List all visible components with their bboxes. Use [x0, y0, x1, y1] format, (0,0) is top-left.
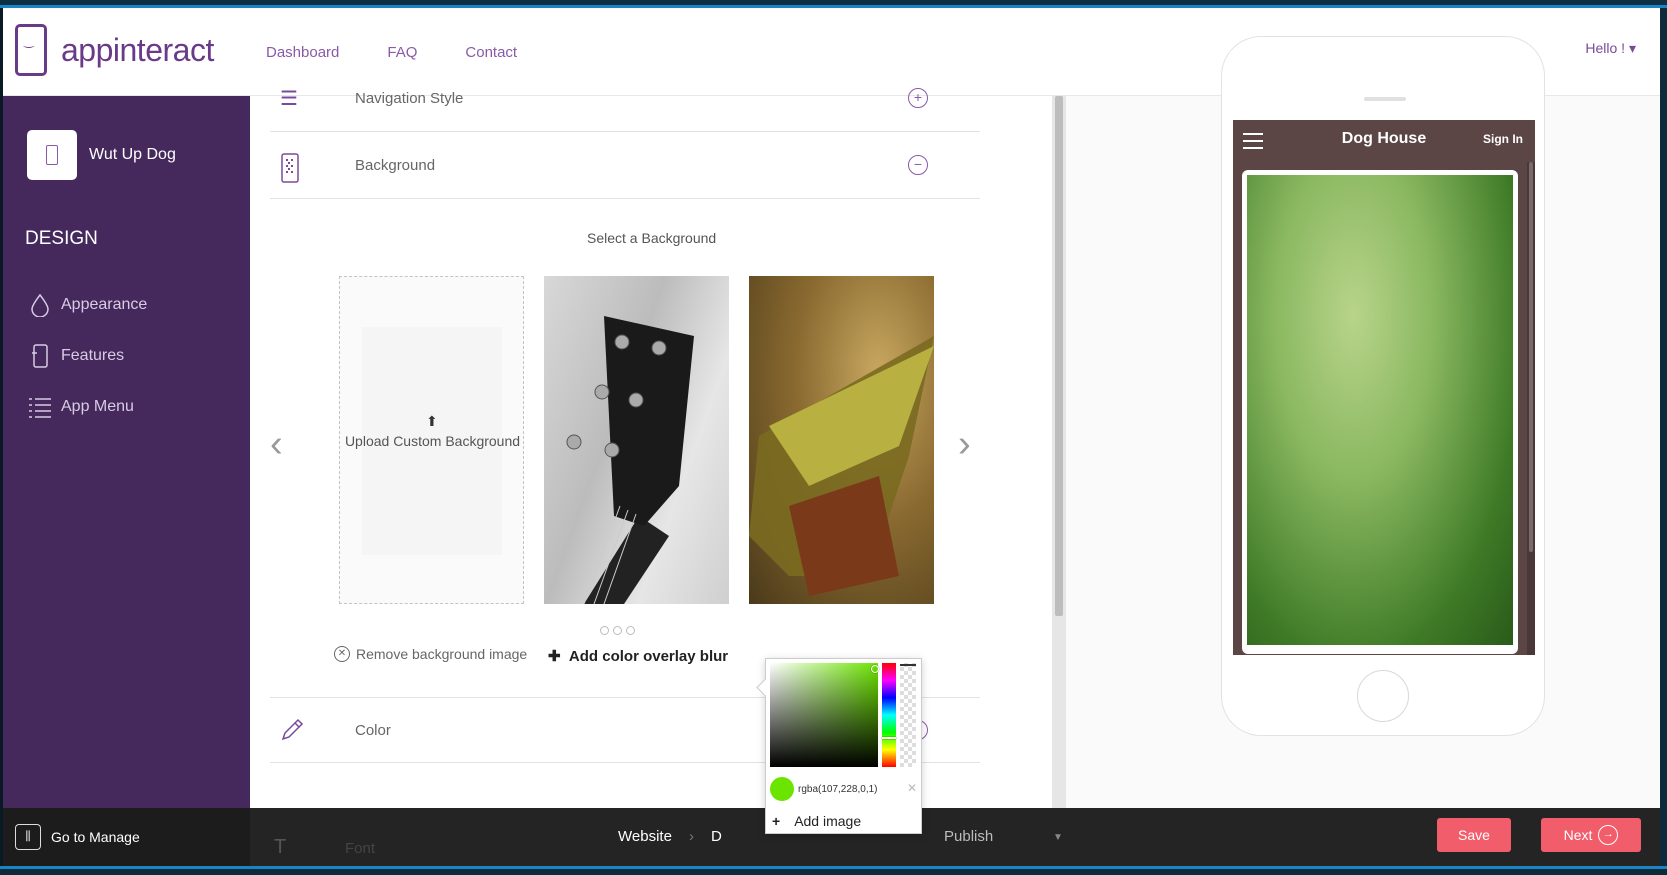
remove-background-label: Remove background image	[356, 646, 528, 662]
remove-background-button[interactable]: ✕ Remove background image	[334, 646, 527, 662]
logo-text: appinteract	[61, 31, 214, 68]
section-label: Navigation Style	[355, 90, 464, 107]
user-menu[interactable]: Hello ! ▾	[1585, 40, 1636, 57]
sidebar-item-label: App Menu	[61, 398, 134, 415]
scrollbar-thumb[interactable]	[1055, 96, 1063, 616]
saturation-area[interactable]	[770, 663, 878, 767]
window-frame-top	[0, 0, 1667, 8]
hue-marker[interactable]	[882, 737, 896, 739]
sliders-icon: ⫼	[15, 824, 41, 850]
chevron-down-icon[interactable]: ▼	[1053, 832, 1063, 843]
app-name: Wut Up Dog	[89, 146, 176, 163]
step-publish[interactable]: Publish	[944, 828, 993, 845]
top-nav: Dashboard FAQ Contact	[266, 44, 517, 61]
sidebar-item-features[interactable]: Features	[27, 343, 124, 369]
add-overlay-label: Add color overlay blur	[568, 648, 729, 665]
phone-speaker	[1364, 97, 1406, 101]
step-design[interactable]: D	[711, 828, 722, 845]
next-button[interactable]: Next →	[1541, 818, 1641, 852]
phone-feature-icon	[27, 343, 53, 369]
close-icon[interactable]: ✕	[907, 781, 917, 795]
saturation-cursor[interactable]	[871, 665, 879, 673]
color-value[interactable]: rgba(107,228,0,1)	[798, 784, 878, 795]
add-image-button[interactable]: + Add image	[772, 813, 861, 829]
color-picker-popup: rgba(107,228,0,1) ✕ + Add image	[765, 658, 922, 834]
background-thumbnail-guitar[interactable]	[544, 276, 729, 604]
nav-contact[interactable]: Contact	[465, 44, 517, 61]
app-window: appinteract Dashboard FAQ Contact Hello …	[3, 8, 1660, 866]
nav-dashboard[interactable]: Dashboard	[266, 44, 339, 61]
upload-custom-background[interactable]: ⬆ Upload Custom Background	[339, 276, 524, 604]
arrow-right-icon: →	[1598, 825, 1619, 845]
panel-scrollbar[interactable]	[1052, 96, 1066, 808]
section-background[interactable]: Background −	[270, 133, 980, 199]
sidebar: Wut Up Dog DESIGN Appearance Features Ap…	[3, 96, 250, 808]
phone-preview-panel: Dog House Sign In	[1066, 36, 1660, 808]
phone-screen: Dog House Sign In	[1233, 120, 1535, 655]
section-label: Background	[355, 157, 436, 174]
go-to-manage-button[interactable]: ⫼ Go to Manage	[3, 808, 250, 866]
phone-mockup: Dog House Sign In	[1221, 36, 1545, 736]
drop-icon	[27, 292, 53, 318]
background-thumbnail-leaf[interactable]	[749, 276, 934, 604]
next-label: Next	[1563, 827, 1593, 843]
expand-icon[interactable]: +	[908, 88, 928, 108]
select-background-title: Select a Background	[587, 230, 717, 246]
preview-background-frame	[1242, 170, 1518, 654]
list-icon: ☰	[280, 88, 298, 110]
preview-scrollbar[interactable]	[1527, 162, 1535, 655]
phone-icon	[46, 145, 58, 165]
logo[interactable]: appinteract	[15, 24, 214, 76]
carousel-next-arrow[interactable]: ›	[958, 423, 971, 466]
section-label: Color	[355, 722, 391, 739]
upload-label: Upload Custom Background	[344, 433, 521, 449]
hue-slider[interactable]	[882, 663, 896, 767]
plus-icon: +	[772, 813, 781, 829]
font-icon: T	[274, 836, 287, 858]
preview-app-bar: Dog House Sign In	[1233, 120, 1535, 162]
sidebar-item-app-menu[interactable]: App Menu	[27, 394, 134, 420]
preview-sign-in-link[interactable]: Sign In	[1483, 132, 1523, 146]
selected-color-swatch	[770, 777, 794, 801]
upload-icon: ⬆	[426, 413, 438, 429]
window-frame-right	[1660, 8, 1667, 866]
section-navigation-style[interactable]: ☰ Navigation Style +	[270, 66, 980, 132]
preview-background-image	[1247, 175, 1513, 645]
sidebar-item-label: Appearance	[61, 296, 148, 313]
save-button[interactable]: Save	[1437, 818, 1511, 852]
plus-icon: ✚	[548, 648, 569, 665]
go-to-manage-label: Go to Manage	[51, 829, 140, 845]
sidebar-item-appearance[interactable]: Appearance	[27, 292, 147, 318]
step-website[interactable]: Website	[618, 828, 672, 845]
step-separator: ›	[689, 828, 694, 845]
font-section-ghost: Font	[345, 840, 376, 857]
add-color-overlay-button[interactable]: ✚ Add color overlay blur	[548, 647, 728, 665]
eyedropper-icon	[280, 718, 304, 748]
app-card[interactable]: Wut Up Dog	[27, 130, 176, 180]
phone-home-button	[1357, 670, 1409, 722]
carousel-dot[interactable]	[626, 626, 635, 635]
remove-circle-icon: ✕	[334, 646, 350, 662]
carousel-prev-arrow[interactable]: ‹	[270, 423, 283, 466]
nav-faq[interactable]: FAQ	[387, 44, 417, 61]
logo-phone-icon	[15, 24, 47, 76]
alpha-marker[interactable]	[900, 664, 916, 666]
window-frame-bottom	[0, 866, 1667, 875]
collapse-icon[interactable]: −	[908, 155, 928, 175]
background-pattern-icon	[280, 153, 300, 189]
carousel-dot[interactable]	[600, 626, 609, 635]
carousel-dots	[600, 626, 635, 635]
sidebar-heading: DESIGN	[25, 228, 98, 249]
add-image-label: Add image	[794, 813, 862, 829]
app-icon	[27, 130, 77, 180]
sidebar-item-label: Features	[61, 347, 125, 364]
carousel-dot[interactable]	[613, 626, 622, 635]
list-icon	[27, 394, 53, 420]
alpha-slider[interactable]	[900, 663, 916, 767]
